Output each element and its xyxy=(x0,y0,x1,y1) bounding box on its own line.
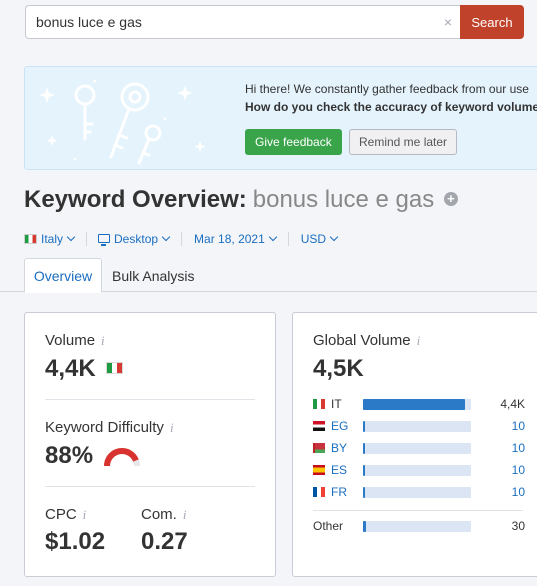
italy-flag-icon xyxy=(106,361,124,374)
info-icon[interactable]: i xyxy=(101,333,105,348)
country-code: ES xyxy=(331,463,348,477)
competition-value: 0.27 xyxy=(141,528,188,555)
tab-bar: Overview Bulk Analysis xyxy=(0,258,537,293)
title-prefix: Keyword Overview: xyxy=(24,186,247,213)
info-icon[interactable]: i xyxy=(170,420,174,435)
country-code: IT xyxy=(331,397,342,411)
feedback-banner: Hi there! We constantly gather feedback … xyxy=(24,66,537,170)
country-row-by[interactable]: BY 10 xyxy=(313,440,525,456)
difficulty-gauge-icon xyxy=(104,448,140,467)
page-title: Keyword Overview: bonus luce e gas + xyxy=(24,186,458,214)
volume-label: Volume i xyxy=(45,332,105,349)
title-keyword: bonus luce e gas xyxy=(252,186,435,213)
cpc-label: CPC i xyxy=(45,506,87,523)
tab-bulk-analysis[interactable]: Bulk Analysis xyxy=(112,258,194,293)
competition-label: Com. i xyxy=(141,506,187,523)
search-bar: × Search xyxy=(0,0,537,52)
volume-bar xyxy=(363,465,471,476)
cpc-value: $1.02 xyxy=(45,528,106,555)
country-row-it[interactable]: IT 4,4K xyxy=(313,396,525,412)
country-filter-label: Italy xyxy=(41,232,64,246)
filter-divider xyxy=(86,232,88,246)
global-volume-card: Global Volume i 4,5K IT 4,4K EG 10 BY 10 … xyxy=(292,312,537,577)
country-code: FR xyxy=(331,485,347,499)
chevron-down-icon xyxy=(66,232,76,242)
italy-flag-icon xyxy=(313,399,325,409)
banner-message: Hi there! We constantly gather feedback … xyxy=(245,82,529,96)
country-volume: 10 xyxy=(511,485,525,499)
country-filter[interactable]: Italy xyxy=(24,232,76,246)
country-volume: 10 xyxy=(511,463,525,477)
currency-filter[interactable]: USD xyxy=(300,232,339,246)
device-filter[interactable]: Desktop xyxy=(98,232,171,246)
add-plus-icon[interactable]: + xyxy=(443,191,458,206)
tab-overview[interactable]: Overview xyxy=(24,258,102,293)
search-input[interactable] xyxy=(36,6,426,38)
device-filter-label: Desktop xyxy=(114,232,159,246)
country-code: EG xyxy=(331,419,349,433)
remind-later-button[interactable]: Remind me later xyxy=(349,129,458,155)
info-icon[interactable]: i xyxy=(183,507,187,522)
metrics-card: Volume i 4,4K Keyword Difficulty i 88% CPC… xyxy=(24,312,276,577)
country-row-other: Other 30 xyxy=(313,518,525,534)
keys-illustration xyxy=(39,79,206,165)
other-volume: 30 xyxy=(511,519,525,533)
volume-value: 4,4K xyxy=(45,355,124,383)
global-volume-value: 4,5K xyxy=(313,355,364,382)
clear-icon[interactable]: × xyxy=(444,14,452,30)
info-icon[interactable]: i xyxy=(417,333,421,348)
keyword-difficulty-value: 88% xyxy=(45,442,94,469)
info-icon[interactable]: i xyxy=(83,507,87,522)
search-box: × xyxy=(25,5,460,39)
divider xyxy=(313,510,523,511)
date-filter-label: Mar 18, 2021 xyxy=(194,232,265,246)
keyword-difficulty-label: Keyword Difficulty i xyxy=(45,419,174,436)
give-feedback-button[interactable]: Give feedback xyxy=(245,129,342,155)
country-volume: 10 xyxy=(511,419,525,433)
chevron-down-icon xyxy=(161,232,171,242)
country-row-eg[interactable]: EG 10 xyxy=(313,418,525,434)
divider xyxy=(45,399,255,400)
country-code: BY xyxy=(331,441,348,455)
country-volume: 4,4K xyxy=(500,397,525,411)
volume-bar xyxy=(363,487,471,498)
belarus-flag-icon xyxy=(313,443,325,453)
filter-divider xyxy=(181,232,183,246)
date-filter[interactable]: Mar 18, 2021 xyxy=(194,232,278,246)
country-volume: 10 xyxy=(511,441,525,455)
global-volume-label: Global Volume i xyxy=(313,332,421,349)
country-row-fr[interactable]: FR 10 xyxy=(313,484,525,500)
egypt-flag-icon xyxy=(313,421,325,431)
country-row-es[interactable]: ES 10 xyxy=(313,462,525,478)
france-flag-icon xyxy=(313,487,325,497)
chevron-down-icon xyxy=(329,232,339,242)
italy-flag-icon xyxy=(24,234,37,244)
volume-bar xyxy=(363,421,471,432)
search-button[interactable]: Search xyxy=(460,5,524,39)
currency-filter-label: USD xyxy=(300,232,327,246)
divider xyxy=(45,486,255,487)
desktop-icon xyxy=(98,233,111,246)
volume-bar xyxy=(363,443,471,454)
filter-divider xyxy=(287,232,289,246)
chevron-down-icon xyxy=(268,232,278,242)
banner-question: How do you check the accuracy of keyword… xyxy=(245,100,537,114)
other-label: Other xyxy=(313,519,344,533)
volume-bar xyxy=(363,399,471,410)
filter-bar: Italy Desktop Mar 18, 2021 USD xyxy=(24,230,339,248)
spain-flag-icon xyxy=(313,465,325,475)
volume-bar xyxy=(363,521,471,532)
